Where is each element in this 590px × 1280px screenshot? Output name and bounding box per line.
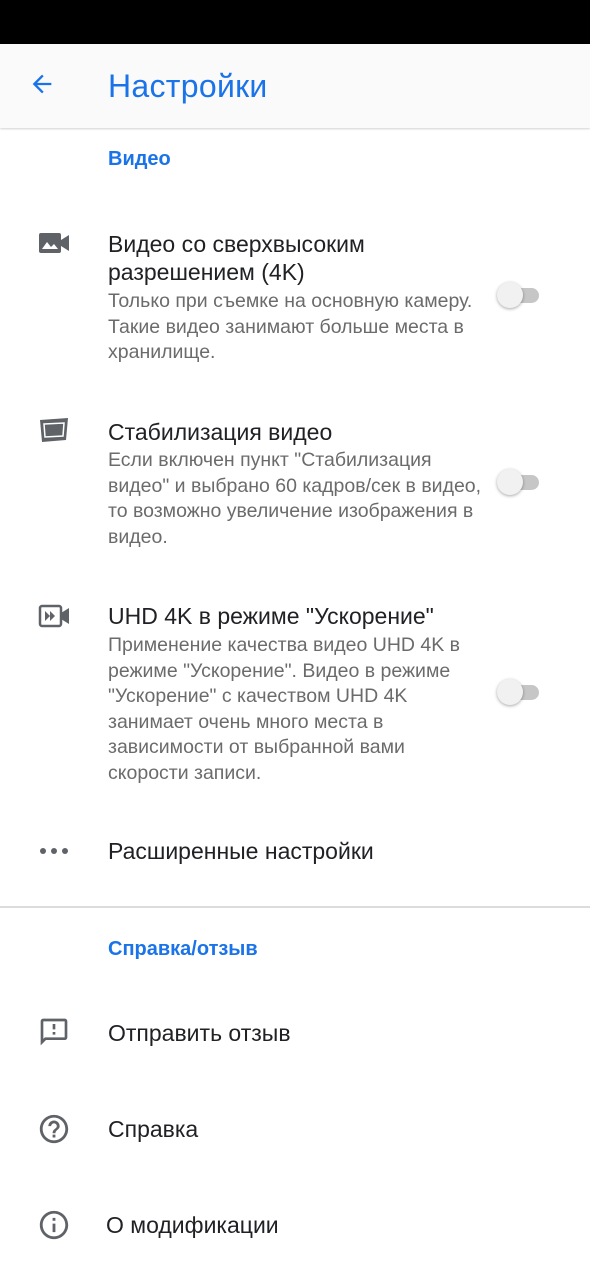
toggle-thumb [497, 679, 523, 705]
about-title: О модификации [106, 1212, 279, 1238]
divider [0, 906, 590, 908]
arrow-back-icon [28, 70, 56, 103]
section-header-help: Справка/отзыв [108, 938, 258, 960]
back-button[interactable] [24, 66, 60, 106]
section-header-video: Видео [108, 148, 171, 170]
fast-forward-camera-icon [36, 598, 72, 634]
image-camera-icon [36, 226, 72, 262]
feedback-icon [36, 1014, 72, 1050]
toggle-thumb [497, 469, 523, 495]
help-title: Справка [108, 1116, 199, 1142]
app-bar: Настройки [0, 44, 590, 128]
status-bar [0, 0, 590, 44]
send-feedback-row[interactable] [0, 990, 590, 1080]
help-icon [36, 1111, 72, 1147]
info-icon [36, 1207, 72, 1243]
toggle-thumb [497, 282, 523, 308]
advanced-settings-title: Расширенные настройки [108, 838, 374, 864]
setting-desc-4k: Только при съемке на основную камеру. Та… [108, 290, 473, 363]
toggle-stabilization[interactable] [495, 467, 543, 497]
setting-title-4k: Видео со сверхвысоким разрешением (4K) [108, 231, 365, 285]
page-title: Настройки [108, 68, 268, 104]
about-row[interactable] [0, 1184, 590, 1274]
toggle-4k[interactable] [495, 280, 543, 310]
setting-desc-uhd-timelapse: Применение качества видео UHD 4K в режим… [108, 634, 461, 784]
stabilization-icon [36, 412, 72, 448]
setting-title-stabilization: Стабилизация видео [108, 419, 333, 445]
send-feedback-title: Отправить отзыв [108, 1020, 291, 1046]
more-horiz-icon [36, 833, 72, 869]
setting-title-uhd-timelapse: UHD 4K в режиме "Ускорение" [108, 603, 434, 629]
toggle-uhd-timelapse[interactable] [495, 677, 543, 707]
help-row[interactable] [0, 1088, 590, 1178]
setting-desc-stabilization: Если включен пункт "Стабилизация видео" … [108, 449, 482, 548]
